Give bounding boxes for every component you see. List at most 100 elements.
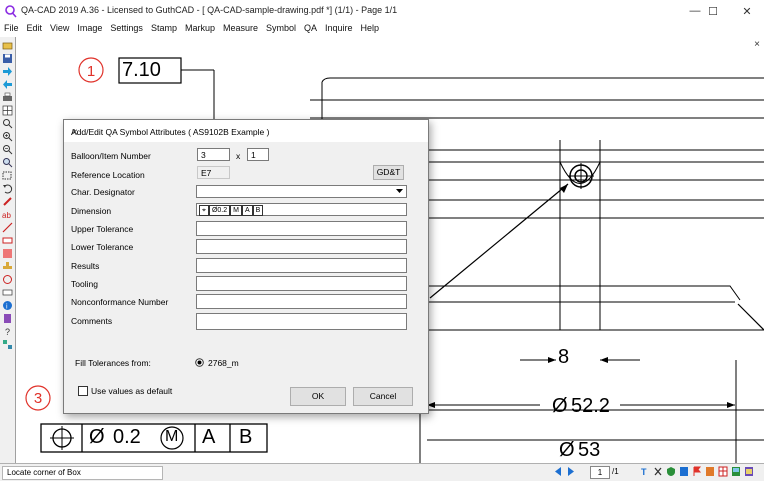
fcf-datum-a-cell: A	[241, 205, 253, 216]
dialog-close-button[interactable]: ✕	[71, 127, 420, 138]
delete-icon[interactable]	[653, 466, 663, 477]
status-bar: Locate corner of Box 1 /1 T	[0, 463, 764, 481]
char-designator-label: Char. Designator	[71, 187, 135, 197]
text-icon[interactable]: ab	[2, 209, 13, 220]
dimension-7-10-text: 7.10	[122, 59, 161, 81]
stamp-icon[interactable]	[2, 261, 13, 272]
feature-control-frame[interactable]	[40, 423, 268, 453]
menu-settings[interactable]: Settings	[106, 22, 147, 37]
network-icon[interactable]	[2, 339, 13, 350]
dimension-8-text: 8	[558, 346, 570, 368]
menu-inquire[interactable]: Inquire	[321, 22, 357, 37]
left-toolbar: ab i ?	[0, 37, 16, 463]
zoom-in-icon[interactable]	[2, 131, 13, 142]
pen-icon[interactable]	[2, 196, 13, 207]
menu-file[interactable]: File	[0, 22, 23, 37]
menu-image[interactable]: Image	[73, 22, 106, 37]
use-default-checkbox[interactable]	[78, 386, 88, 396]
upper-tolerance-label: Upper Tolerance	[71, 224, 134, 234]
maximize-button[interactable]: ☐	[696, 0, 730, 22]
fcf-datum-b-cell: B	[252, 205, 264, 216]
window-titlebar: QA-CAD 2019 A.36 - Licensed to GuthCAD -…	[0, 0, 764, 22]
menu-qa[interactable]: QA	[300, 22, 321, 37]
table-icon[interactable]	[718, 466, 728, 477]
lower-tolerance-input[interactable]	[196, 239, 407, 254]
page-number-input[interactable]: 1	[590, 466, 610, 479]
next-page-icon[interactable]	[566, 466, 576, 477]
lower-tolerance-label: Lower Tolerance	[71, 242, 134, 252]
qa-cad-app-icon	[5, 5, 17, 18]
layers-icon[interactable]	[679, 466, 689, 477]
times-label: x	[236, 151, 241, 161]
char-designator-select[interactable]	[196, 185, 407, 198]
measure-icon[interactable]	[2, 235, 13, 246]
arrow-right-icon[interactable]	[2, 66, 13, 77]
menu-view[interactable]: View	[46, 22, 73, 37]
zoom-out-icon[interactable]	[2, 144, 13, 155]
fcf-diameter-symbol: Ø	[89, 426, 105, 448]
balloon-number-input[interactable]: 3	[197, 148, 230, 161]
dimension-input[interactable]: ⌖ Ø0.2 M A B	[196, 203, 407, 216]
menu-edit[interactable]: Edit	[23, 22, 47, 37]
menu-help[interactable]: Help	[357, 22, 384, 37]
upper-tolerance-input[interactable]	[196, 221, 407, 236]
print-icon[interactable]	[2, 92, 13, 103]
balloon-3-number: 3	[33, 390, 43, 407]
gdt-icon[interactable]	[2, 287, 13, 298]
dimension-52-diameter: Ø	[552, 395, 568, 417]
nonconformance-number-label: Nonconformance Number	[71, 297, 169, 307]
balloon-icon[interactable]	[2, 274, 13, 285]
reference-location-label: Reference Location	[71, 170, 145, 180]
shield-icon[interactable]	[666, 466, 676, 477]
line-icon[interactable]	[2, 222, 13, 233]
menu-stamp[interactable]: Stamp	[147, 22, 181, 37]
info-icon[interactable]: i	[2, 300, 13, 311]
fill-tolerances-label: Fill Tolerances from:	[75, 358, 151, 368]
results-input[interactable]	[196, 258, 407, 273]
prev-page-icon[interactable]	[553, 466, 563, 477]
bookmark-icon[interactable]	[705, 466, 715, 477]
nonconformance-number-input[interactable]	[196, 294, 407, 309]
save-icon[interactable]	[2, 53, 13, 64]
menu-symbol[interactable]: Symbol	[262, 22, 300, 37]
menu-measure[interactable]: Measure	[219, 22, 262, 37]
zoom-icon[interactable]	[2, 118, 13, 129]
window-title: QA-CAD 2019 A.36 - Licensed to GuthCAD -…	[21, 5, 398, 15]
ok-button[interactable]: OK	[290, 387, 346, 406]
svg-text:?: ?	[5, 327, 10, 337]
balloon-1-number: 1	[86, 63, 96, 80]
open-folder-icon[interactable]	[2, 40, 13, 51]
window-close-button[interactable]: ✕	[730, 0, 764, 22]
help-icon[interactable]: ?	[2, 326, 13, 337]
fcf-modifier-cell: M	[230, 205, 242, 216]
flag-icon[interactable]	[692, 466, 702, 477]
fcf-tolerance-cell: Ø0.2	[208, 205, 231, 216]
image-icon[interactable]	[731, 466, 741, 477]
balloon-count-input[interactable]: 1	[247, 148, 269, 161]
chevron-down-icon[interactable]	[396, 189, 403, 194]
book-icon[interactable]	[2, 313, 13, 324]
menu-bar: File Edit View Image Settings Stamp Mark…	[0, 22, 764, 37]
undo-icon[interactable]	[2, 183, 13, 194]
dimension-53-text: 53	[578, 439, 601, 461]
fcf-datum-a: A	[202, 426, 216, 448]
select-icon[interactable]	[2, 170, 13, 181]
menu-markup[interactable]: Markup	[181, 22, 219, 37]
zoom-window-icon[interactable]	[2, 157, 13, 168]
hatch-icon[interactable]	[2, 248, 13, 259]
canvas-close-button[interactable]: ×	[754, 39, 760, 50]
comments-input[interactable]	[196, 313, 407, 330]
text-tool-icon[interactable]: T	[640, 466, 650, 477]
dimension-52-text: 52.2	[571, 395, 610, 417]
comments-label: Comments	[71, 316, 113, 326]
tooling-input[interactable]	[196, 276, 407, 291]
arrow-left-icon[interactable]	[2, 79, 13, 90]
export-icon[interactable]	[744, 466, 754, 477]
grid-icon[interactable]	[2, 105, 13, 116]
status-message: Locate corner of Box	[2, 466, 163, 480]
radio-2768-m[interactable]	[195, 358, 204, 367]
cancel-button[interactable]: Cancel	[353, 387, 413, 406]
radio-2768-m-label[interactable]: 2768_m	[208, 358, 239, 368]
gdt-button[interactable]: GD&T	[373, 165, 404, 180]
use-default-label[interactable]: Use values as default	[91, 386, 172, 396]
